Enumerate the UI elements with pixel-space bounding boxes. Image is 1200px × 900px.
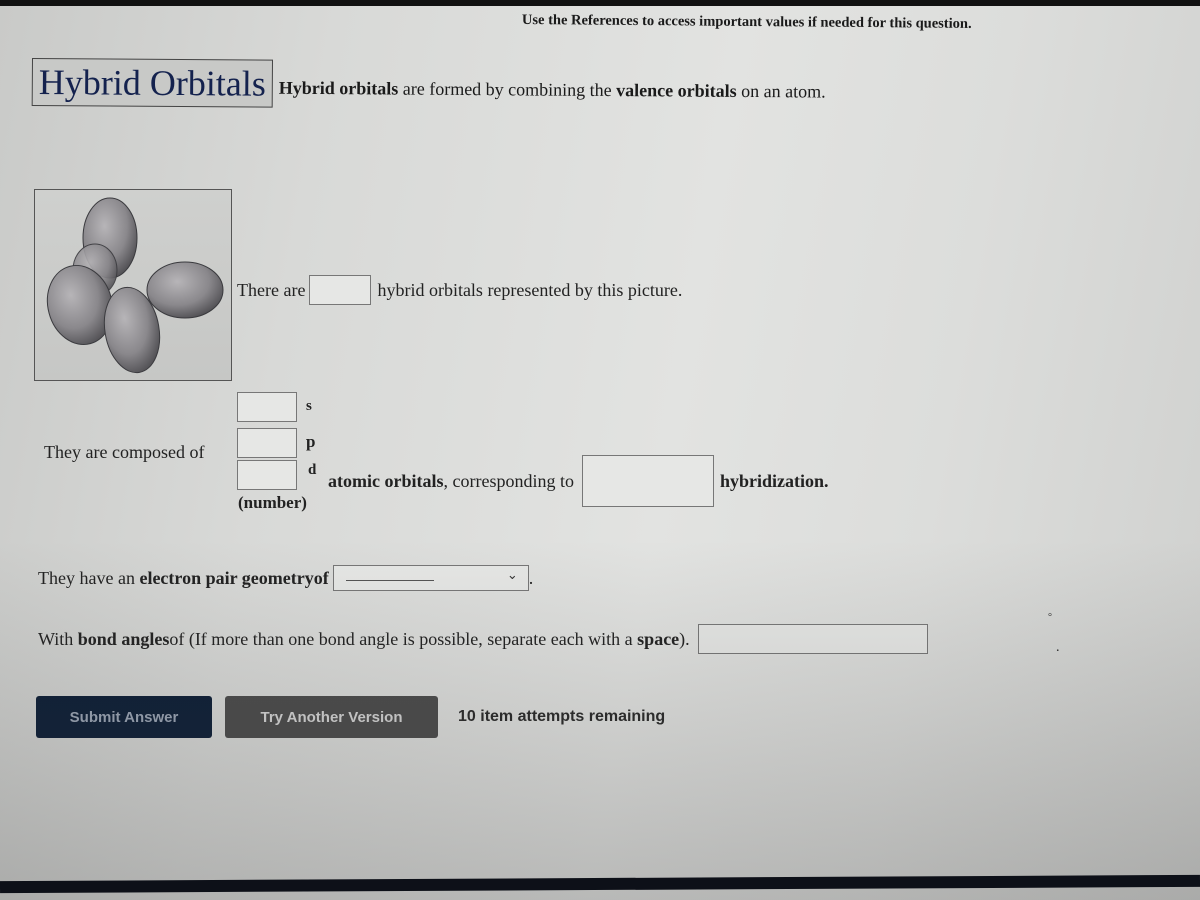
lobe-right: [146, 261, 224, 319]
atomic-orbitals-line: atomic orbitals, corresponding to hybrid…: [328, 455, 829, 507]
orbital-count-inputs: [237, 392, 297, 496]
desc-text-1: are formed by combining the: [398, 78, 617, 100]
s-orbital-input[interactable]: [237, 392, 297, 422]
desc-bold-2: valence orbitals: [616, 79, 737, 101]
q4-prefix: With: [38, 628, 74, 649]
q3-of: of: [313, 567, 329, 588]
atomic-label: atomic orbitals: [328, 470, 444, 491]
top-edge-bar: [0, 0, 1200, 6]
try-another-version-button[interactable]: Try Another Version: [225, 696, 438, 738]
composed-label: They are composed of: [44, 442, 205, 462]
q3-prefix: They have an: [38, 567, 135, 588]
corresponding-label: , corresponding to: [443, 470, 574, 491]
chevron-down-icon: ⌄: [506, 568, 518, 583]
bottom-edge-bar: [0, 874, 1200, 894]
hybrid-count-input[interactable]: [309, 275, 372, 305]
desc-text-2: on an atom.: [736, 80, 826, 102]
title-description: Hybrid orbitals are formed by combining …: [279, 77, 826, 102]
submit-answer-button[interactable]: Submit Answer: [36, 696, 212, 738]
select-blank-value: [345, 580, 434, 581]
q4-end: ).: [679, 628, 690, 649]
hybridization-label: hybridization.: [719, 470, 829, 491]
electron-geometry-line: They have an electron pair geometry of ⌄…: [38, 565, 533, 591]
page-title: Hybrid Orbitals: [31, 58, 273, 108]
q4-period: .: [1056, 640, 1060, 655]
q4-bold2: space: [637, 628, 680, 649]
q1-prefix: There are: [237, 279, 306, 300]
q3-period: .: [528, 567, 534, 588]
q4-middle: of (If more than one bond angle is possi…: [169, 628, 633, 649]
title-row: Hybrid Orbitals Hybrid orbitals are form…: [31, 58, 826, 112]
desc-bold-1: Hybrid orbitals: [278, 77, 399, 99]
number-label: (number): [238, 493, 307, 512]
hybridization-input[interactable]: [581, 455, 714, 507]
s-label: s: [306, 398, 312, 414]
references-note: Use the References to access important v…: [521, 12, 972, 32]
hybrid-orbital-lobes-icon: [46, 197, 224, 374]
bond-angles-line: With bond angles of (If more than one bo…: [38, 624, 928, 654]
d-label: d: [308, 462, 317, 478]
q3-bold: electron pair geometry: [139, 567, 314, 588]
bond-angles-input[interactable]: [697, 624, 928, 654]
attempts-remaining: 10 item attempts remaining: [458, 708, 666, 725]
question-hybrid-count: There are hybrid orbitals represented by…: [237, 275, 682, 305]
d-orbital-input[interactable]: [237, 460, 297, 490]
orbital-picture: [34, 189, 232, 381]
q1-suffix: hybrid orbitals represented by this pict…: [377, 279, 683, 300]
p-label: p: [306, 432, 316, 451]
degree-symbol: °: [1048, 612, 1052, 623]
p-orbital-input[interactable]: [237, 428, 297, 458]
electron-geometry-select[interactable]: ⌄: [332, 565, 529, 591]
q4-bold1: bond angles: [77, 628, 170, 649]
